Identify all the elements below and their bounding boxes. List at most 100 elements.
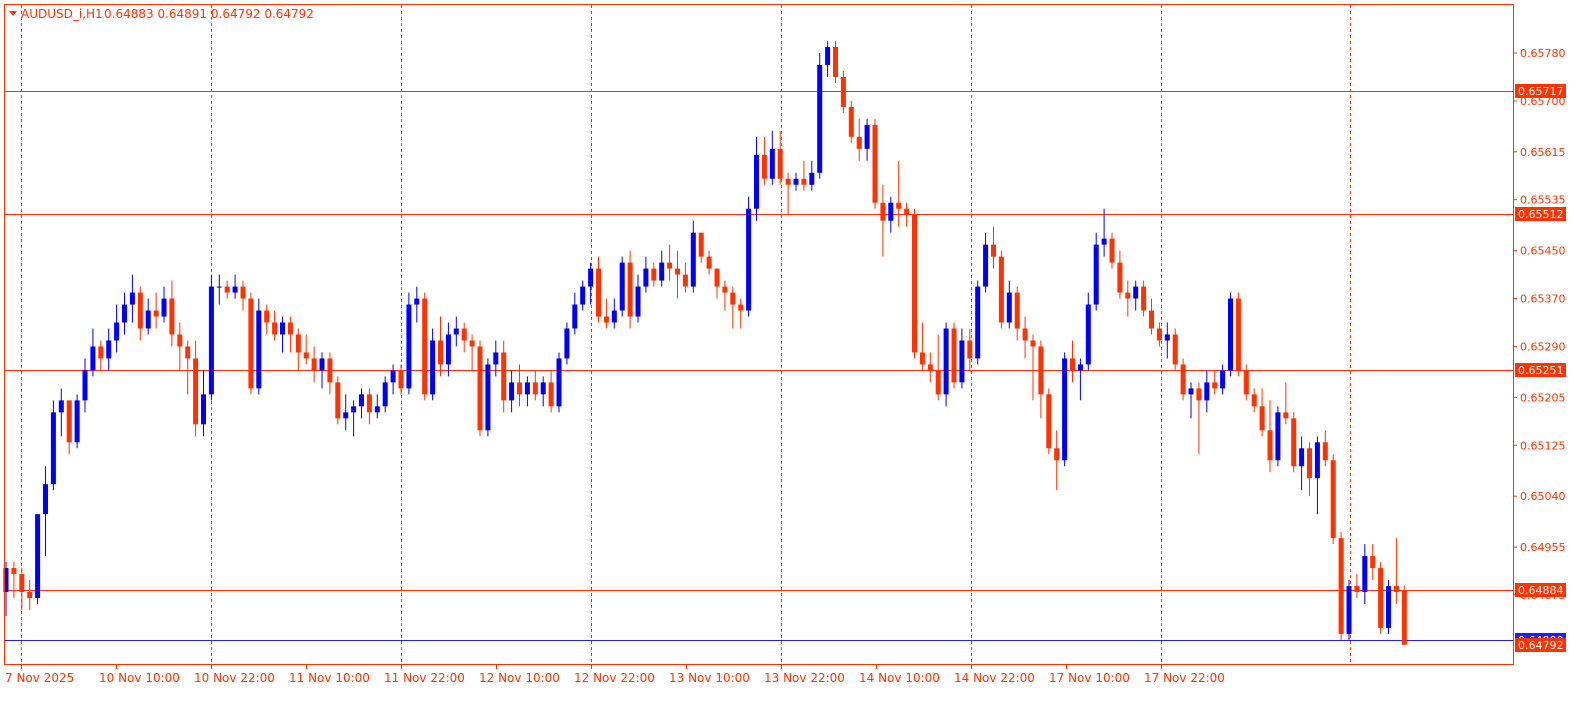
candle-body <box>856 136 862 149</box>
candle-body <box>319 358 325 371</box>
price-tick-label: 0.64955 <box>1520 541 1566 554</box>
time-tick-label: 17 Nov 22:00 <box>1144 671 1225 685</box>
candle-body <box>1330 460 1336 539</box>
candle-body <box>224 286 230 293</box>
candle-body <box>1393 586 1399 593</box>
candle-body <box>501 352 507 401</box>
candle-body <box>1156 328 1162 341</box>
level-price-tag: 0.64884 <box>1515 583 1566 597</box>
time-tick-label: 12 Nov 22:00 <box>574 671 655 685</box>
time-tick-label: 13 Nov 22:00 <box>764 671 845 685</box>
candle-body <box>145 310 151 329</box>
candlestick-chart[interactable]: 0.657800.657000.656150.655350.654500.653… <box>0 0 1586 700</box>
candle-body <box>1188 388 1194 395</box>
candle-body <box>1101 238 1107 245</box>
candle-body <box>327 358 333 383</box>
candle-body <box>256 310 262 389</box>
candle-body <box>303 352 309 359</box>
candle-body <box>619 262 625 311</box>
candle-body <box>1093 244 1099 305</box>
candle-body <box>580 286 586 305</box>
candle <box>335 376 341 425</box>
candle-body <box>572 304 578 329</box>
time-tick-label: 11 Nov 10:00 <box>289 671 370 685</box>
candle-body <box>825 47 831 65</box>
candle-body <box>1283 412 1289 419</box>
candle-body <box>1386 586 1391 628</box>
candle-body <box>374 406 380 413</box>
candle-body <box>1030 340 1036 347</box>
candle-body <box>1251 394 1257 407</box>
candle-body <box>359 394 364 407</box>
candle-body <box>129 292 135 305</box>
candle-body <box>524 382 530 395</box>
candle <box>422 292 428 401</box>
candle-body <box>1054 448 1060 461</box>
candle-body <box>904 208 910 215</box>
candle-body <box>611 310 617 323</box>
chart-header: AUDUSD_i,H1 0.64883 0.64891 0.64792 0.64… <box>9 7 314 21</box>
candle-body <box>690 232 696 287</box>
candle-body <box>1085 304 1091 365</box>
candle <box>406 292 412 395</box>
level-price-tag-label: 0.65512 <box>1518 208 1564 221</box>
candle-body <box>82 370 88 401</box>
candle <box>912 208 917 359</box>
price-tick-label: 0.65615 <box>1520 146 1566 159</box>
time-tick-label: 10 Nov 10:00 <box>99 671 180 685</box>
candle <box>1401 585 1407 645</box>
candle-body <box>477 346 483 431</box>
candle-body <box>406 304 412 389</box>
candle-body <box>627 262 633 317</box>
price-tick-label: 0.65205 <box>1520 391 1566 404</box>
candle-body <box>445 334 451 365</box>
candle-body <box>1362 556 1368 593</box>
current-price-tag: 0.64792 <box>1515 638 1566 652</box>
candle-body <box>1212 382 1218 389</box>
candle-body <box>509 382 515 401</box>
candle-body <box>1220 370 1226 389</box>
candle-body <box>1117 262 1123 293</box>
candle-body <box>453 328 459 335</box>
candle-body <box>548 382 554 407</box>
candle-body <box>1062 358 1068 461</box>
candle-body <box>1354 586 1360 593</box>
candle <box>35 514 41 604</box>
candle-body <box>1338 538 1344 634</box>
candle-body <box>706 256 712 269</box>
candle-body <box>540 382 546 395</box>
candle-body <box>801 178 807 185</box>
candle-body <box>1299 448 1305 467</box>
level-price-tag-label: 0.65717 <box>1518 85 1564 98</box>
candle-body <box>848 106 854 137</box>
candle-body <box>208 286 214 395</box>
candle-body <box>1014 292 1020 329</box>
candle-body <box>1235 298 1241 371</box>
level-price-tag: 0.65717 <box>1515 84 1566 98</box>
chart-window[interactable]: 0.65780 0.65700 0.65615 0.65535 0.65450 0.653… <box>0 0 1586 700</box>
symbol-timeframe: AUDUSD_i,H1 <box>21 7 103 21</box>
candle-body <box>588 268 594 287</box>
candle-body <box>667 262 673 269</box>
candle-body <box>366 394 372 413</box>
candle-body <box>983 244 989 287</box>
candle-body <box>398 370 404 389</box>
time-tick-label: 7 Nov 2025 <box>5 671 74 685</box>
candle <box>1172 328 1178 371</box>
candle-body <box>1077 364 1083 371</box>
candle-body <box>1141 286 1147 311</box>
candle-body <box>185 346 191 359</box>
candle-body <box>1038 346 1044 395</box>
candle-body <box>1275 412 1281 461</box>
current-price-tag-label: 0.64792 <box>1518 639 1564 652</box>
candle-body <box>137 292 143 329</box>
candle-body <box>675 268 680 275</box>
candle-body <box>201 394 206 425</box>
candle <box>1386 580 1391 634</box>
candle-body <box>1322 442 1328 461</box>
candle-body <box>809 172 815 185</box>
candle-body <box>469 340 475 347</box>
candle <box>1228 292 1233 377</box>
candle-body <box>1314 442 1320 479</box>
candle-body <box>280 322 285 335</box>
